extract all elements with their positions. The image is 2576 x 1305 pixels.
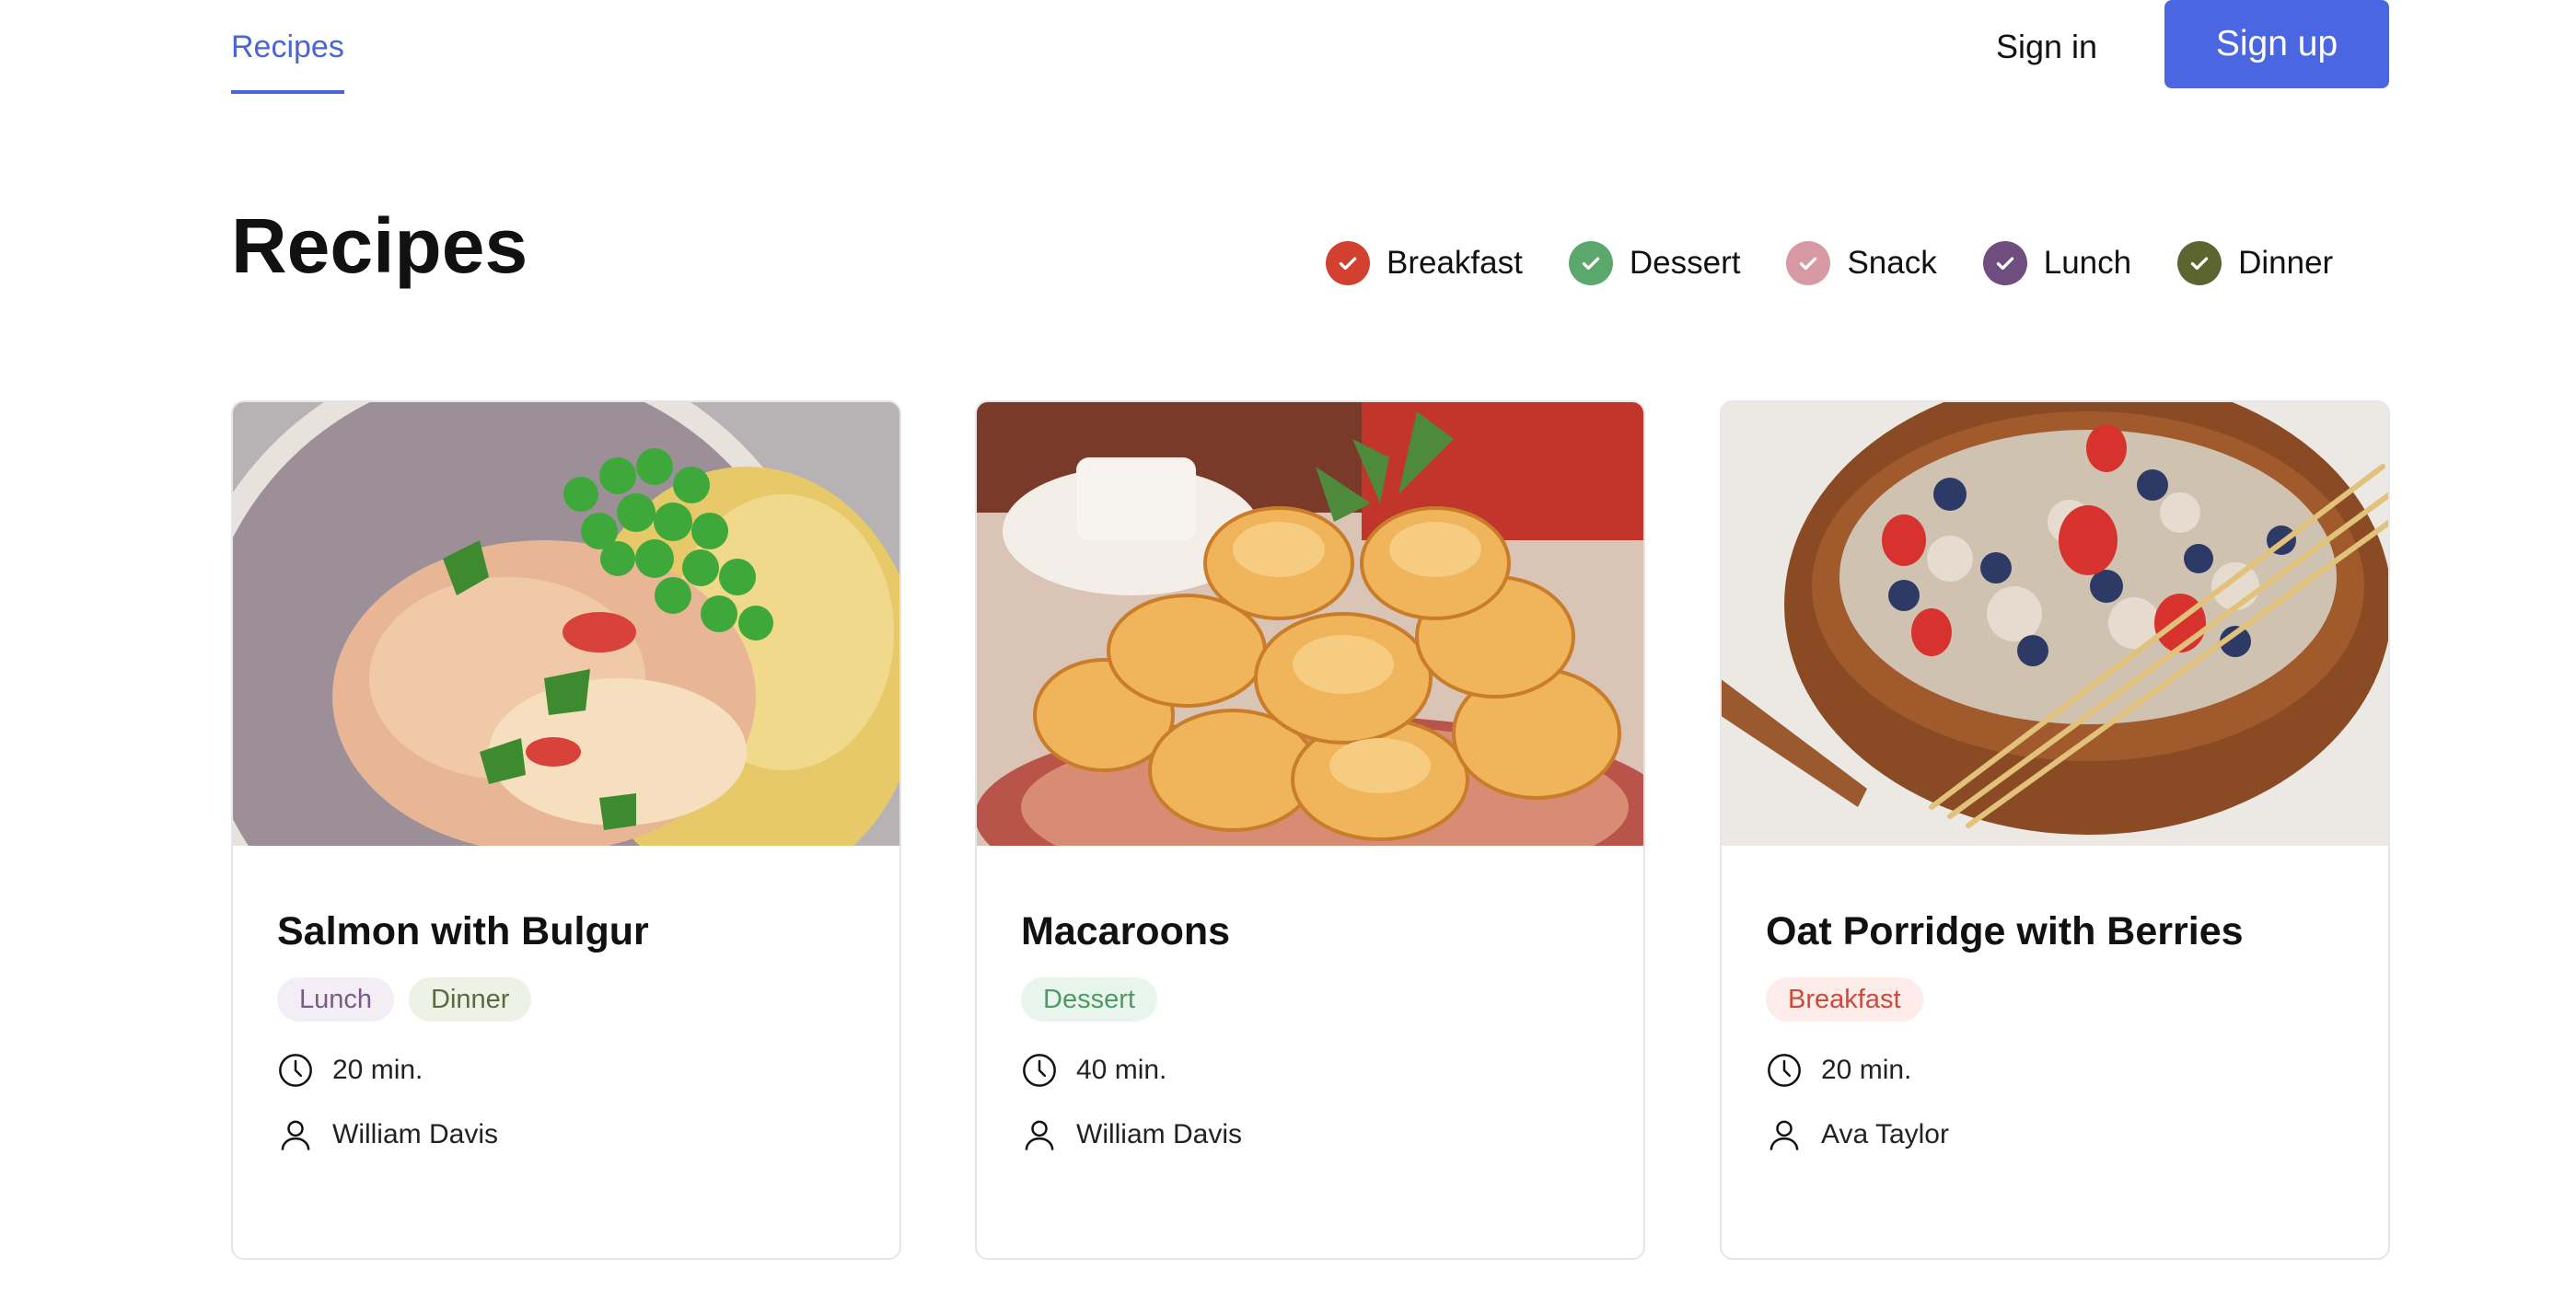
author-text: Ava Taylor — [1821, 1119, 1949, 1149]
recipe-author: Ava Taylor — [1766, 1114, 1949, 1155]
time-text: 20 min. — [1821, 1055, 1912, 1085]
sign-in-link[interactable]: Sign in — [1996, 20, 2097, 74]
recipe-card-macaroons[interactable]: Macaroons Dessert 40 min. William Davis — [975, 400, 1645, 1260]
recipe-card-salmon[interactable]: Salmon with Bulgur Lunch Dinner 20 min. … — [231, 400, 901, 1260]
filter-label: Dinner — [2238, 245, 2334, 281]
sign-up-button[interactable]: Sign up — [2164, 0, 2389, 88]
user-icon — [1770, 1120, 1799, 1150]
author-text: William Davis — [1076, 1119, 1242, 1149]
user-icon — [281, 1120, 310, 1150]
filter-label: Snack — [1847, 245, 1937, 281]
filter-breakfast[interactable]: Breakfast — [1326, 237, 1523, 289]
recipe-card-oat-porridge[interactable]: Oat Porridge with Berries Breakfast 20 m… — [1720, 400, 2390, 1260]
author-text: William Davis — [332, 1119, 498, 1149]
filter-dinner[interactable]: Dinner — [2177, 237, 2333, 289]
nav-tab-recipes[interactable]: Recipes — [231, 20, 344, 94]
user-icon — [1025, 1120, 1054, 1150]
filter-snack[interactable]: Snack — [1786, 237, 1937, 289]
filter-label: Breakfast — [1387, 245, 1523, 281]
check-icon — [1982, 241, 2027, 285]
time-text: 20 min. — [332, 1055, 424, 1085]
tag-breakfast: Breakfast — [1766, 977, 1923, 1022]
clock-icon — [279, 1054, 312, 1087]
recipe-tags: Dessert — [1021, 977, 1172, 1022]
recipe-time: 20 min. — [277, 1050, 423, 1091]
clock-icon — [1768, 1054, 1801, 1087]
recipe-title[interactable]: Oat Porridge with Berries — [1766, 904, 2244, 959]
recipe-time: 40 min. — [1021, 1050, 1166, 1091]
tag-dinner: Dinner — [409, 977, 532, 1022]
check-icon — [2177, 241, 2222, 285]
macaroons-photo — [977, 402, 1643, 846]
tag-dessert: Dessert — [1021, 977, 1157, 1022]
salmon-bulgur-photo — [233, 402, 899, 846]
recipe-time: 20 min. — [1766, 1050, 1911, 1091]
filter-dessert[interactable]: Dessert — [1568, 237, 1741, 289]
recipe-tags: Lunch Dinner — [277, 977, 546, 1022]
recipe-author: William Davis — [1021, 1114, 1242, 1155]
recipe-tags: Breakfast — [1766, 977, 1938, 1022]
check-icon — [1568, 241, 1613, 285]
filter-label: Lunch — [2043, 245, 2132, 281]
recipe-title[interactable]: Salmon with Bulgur — [277, 904, 649, 959]
filter-lunch[interactable]: Lunch — [1982, 237, 2132, 289]
oat-porridge-photo — [1722, 402, 2388, 846]
recipe-author: William Davis — [277, 1114, 498, 1155]
time-text: 40 min. — [1076, 1055, 1167, 1085]
check-icon — [1786, 241, 1831, 285]
check-icon — [1326, 241, 1370, 285]
clock-icon — [1023, 1054, 1056, 1087]
page-title: Recipes — [231, 202, 528, 289]
recipe-title[interactable]: Macaroons — [1021, 904, 1230, 959]
tag-lunch: Lunch — [277, 977, 395, 1022]
category-filters: Breakfast Dessert Snack Lunch Dinner — [1326, 237, 2333, 289]
filter-label: Dessert — [1629, 245, 1741, 281]
